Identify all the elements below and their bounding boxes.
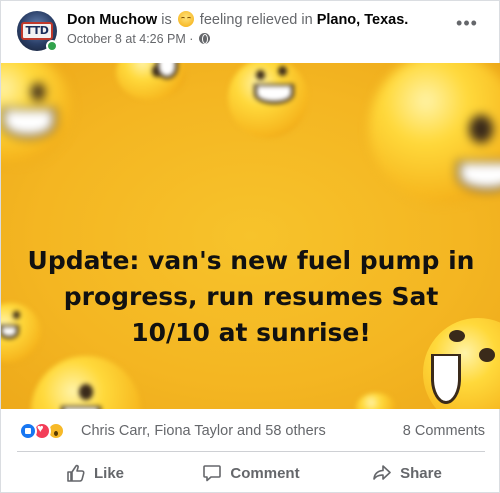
share-label: Share [400,464,442,482]
more-options-icon[interactable]: ••• [449,13,485,41]
reaction-names[interactable]: Chris Carr, Fiona Taylor and 58 others [81,423,326,439]
comment-icon [203,465,222,482]
action-bar: Like Comment Share [1,452,500,493]
comment-button[interactable]: Comment [173,456,329,490]
post-meta-line: October 8 at 4:26 PM · [67,32,210,46]
online-status-indicator [46,40,58,52]
meta-separator: · [189,32,194,46]
emoji-decoration [228,63,308,138]
thumbs-up-icon [67,464,85,482]
reactions-bar: Chris Carr, Fiona Taylor and 58 others 8… [1,409,500,451]
share-button[interactable]: Share [329,456,485,490]
post-header: TTD Don Muchow is feeling relieved in Pl… [1,1,500,63]
relieved-face-icon [177,11,194,27]
emoji-decoration [1,63,71,163]
avatar-logo: TTD [21,22,53,40]
location-link[interactable]: Plano, Texas. [317,12,409,28]
post-author-line: Don Muchow is feeling relieved in Plano,… [67,11,408,28]
comment-label: Comment [230,464,300,482]
feeling-text: feeling relieved in [199,12,313,28]
comments-count[interactable]: 8 Comments [403,423,485,439]
like-button[interactable]: Like [17,456,173,490]
emoji-decoration [356,393,396,409]
post-timestamp[interactable]: October 8 at 4:26 PM [67,32,186,46]
like-label: Like [93,464,124,482]
emoji-decoration [369,63,500,203]
emoji-decoration [116,63,186,100]
is-text: is [161,12,172,28]
emoji-decoration [31,356,141,409]
share-icon [373,465,391,480]
post-photo[interactable]: Update: van's new fuel pump in progress,… [1,63,500,409]
like-reaction-icon [19,422,37,440]
photo-caption: Update: van's new fuel pump in progress,… [27,246,475,347]
author-name[interactable]: Don Muchow [67,12,157,28]
post-card: TTD Don Muchow is feeling relieved in Pl… [0,0,500,493]
reaction-icons[interactable] [19,422,79,440]
globe-icon [198,33,210,44]
